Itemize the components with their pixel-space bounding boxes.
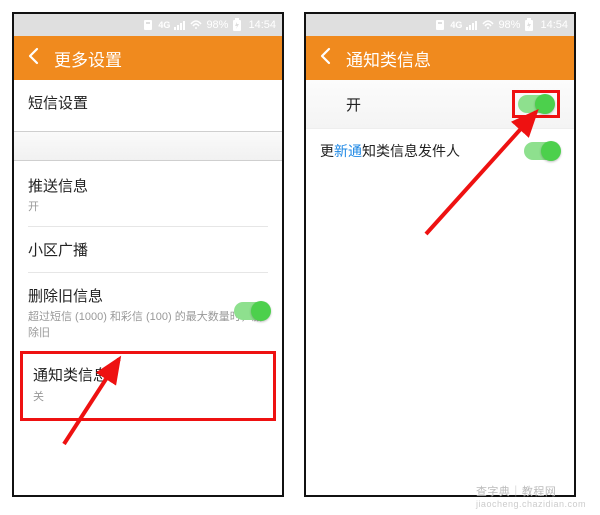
back-icon[interactable] xyxy=(316,46,336,71)
signal-icon xyxy=(466,20,478,30)
item-label: 通知类信息 xyxy=(33,364,263,385)
item-sublabel: 关 xyxy=(33,388,263,404)
network-4g-icon: 4G xyxy=(158,20,170,30)
battery-charging-icon xyxy=(232,18,242,32)
item-label: 删除旧信息 xyxy=(28,285,268,306)
battery-percent: 98% xyxy=(206,19,228,31)
status-bar: 4G 98% 14:54 xyxy=(14,14,282,36)
clock: 14:54 xyxy=(248,19,276,31)
watermark-line1: 查字典｜教程网 xyxy=(476,486,557,498)
watermark-line2: jiaocheng.chazidian.com xyxy=(476,499,586,509)
item-master-switch[interactable]: 开 xyxy=(306,80,574,129)
header-bar: 通知类信息 xyxy=(306,36,574,80)
header-bar: 更多设置 xyxy=(14,36,282,80)
item-sms-settings[interactable]: 短信设置 xyxy=(14,80,282,125)
item-label: 推送信息 xyxy=(28,175,268,196)
clock: 14:54 xyxy=(540,19,568,31)
wifi-icon xyxy=(190,20,202,30)
battery-charging-icon xyxy=(524,18,534,32)
item-label: 更新通知类信息发件人 xyxy=(320,141,460,161)
settings-list: 短信设置 推送信息 开 小区广播 删除旧信息 超过短信 (1000) 和彩信 (… xyxy=(14,80,282,495)
battery-percent: 98% xyxy=(498,19,520,31)
toggle-delete-old[interactable] xyxy=(234,302,270,324)
item-label: 短信设置 xyxy=(28,92,268,113)
item-notice-info-highlight[interactable]: 通知类信息 关 xyxy=(20,351,276,421)
sim-icon xyxy=(142,19,154,31)
status-bar: 4G 98% 14:54 xyxy=(306,14,574,36)
item-cell-broadcast[interactable]: 小区广播 xyxy=(14,227,282,272)
item-label: 开 xyxy=(320,94,512,115)
section-divider xyxy=(14,131,282,161)
network-4g-icon: 4G xyxy=(450,20,462,30)
phone-left: 4G 98% 14:54 更多设置 短信设置 xyxy=(12,12,284,497)
toggle-update-senders[interactable] xyxy=(524,142,560,160)
item-sublabel: 超过短信 (1000) 和彩信 (100) 的最大数量时，删除旧 xyxy=(28,308,268,340)
item-push-info[interactable]: 推送信息 开 xyxy=(14,163,282,226)
phone-right: 4G 98% 14:54 通知类信息 开 xyxy=(304,12,576,497)
page-title: 更多设置 xyxy=(54,46,122,71)
page-title: 通知类信息 xyxy=(346,46,431,71)
item-sublabel: 开 xyxy=(28,198,268,214)
signal-icon xyxy=(174,20,186,30)
wifi-icon xyxy=(482,20,494,30)
toggle-master[interactable] xyxy=(518,95,554,113)
watermark: 查字典｜教程网 jiaocheng.chazidian.com xyxy=(476,483,586,509)
item-update-senders[interactable]: 更新通知类信息发件人 xyxy=(306,129,574,173)
back-icon[interactable] xyxy=(24,46,44,71)
item-delete-old[interactable]: 删除旧信息 超过短信 (1000) 和彩信 (100) 的最大数量时，删除旧 xyxy=(14,273,282,352)
item-label: 小区广播 xyxy=(28,239,268,260)
sim-icon xyxy=(434,19,446,31)
toggle-master-highlight xyxy=(512,90,560,118)
settings-list: 开 更新通知类信息发件人 xyxy=(306,80,574,495)
